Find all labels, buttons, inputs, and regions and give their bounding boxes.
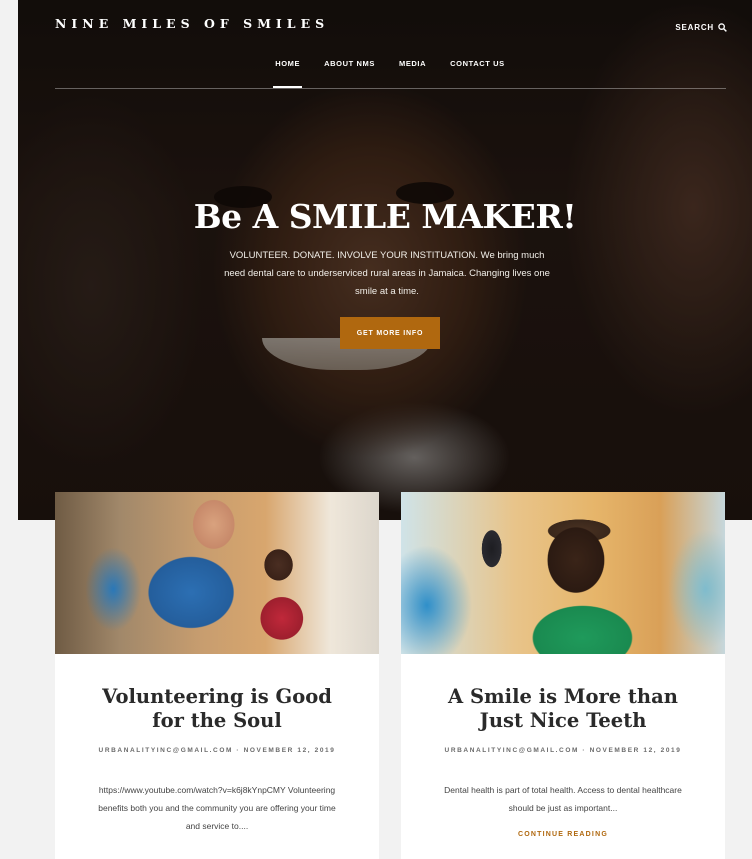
nav-divider (55, 88, 726, 89)
nav-item-contact[interactable]: CONTACT US (438, 58, 517, 88)
nav-item-home[interactable]: HOME (263, 58, 312, 88)
search-icon (718, 23, 727, 32)
page: NINE MILES OF SMILES SEARCH HOME ABOUT N… (0, 0, 752, 859)
site-logo[interactable]: NINE MILES OF SMILES (55, 16, 329, 31)
continue-reading-link[interactable]: CONTINUE READING (401, 831, 725, 838)
search-button[interactable]: SEARCH (675, 23, 727, 32)
post-card: A Smile is More than Just Nice Teeth URB… (401, 492, 725, 859)
nav-item-media[interactable]: MEDIA (387, 58, 438, 88)
main-nav: HOME ABOUT NMS MEDIA CONTACT US (18, 58, 752, 88)
post-card: Volunteering is Good for the Soul URBANA… (55, 492, 379, 859)
post-meta: URBANALITYINC@GMAIL.COM · NOVEMBER 12, 2… (444, 747, 682, 754)
post-excerpt: https://www.youtube.com/watch?v=k6j8kYnp… (98, 785, 336, 831)
post-image[interactable] (55, 492, 379, 654)
post-title[interactable]: A Smile is More than Just Nice Teeth (401, 685, 725, 733)
post-excerpt: Dental health is part of total health. A… (444, 785, 682, 813)
get-more-info-button[interactable]: GET MORE INFO (340, 317, 440, 349)
post-image[interactable] (401, 492, 725, 654)
hero-text: VOLUNTEER. DONATE. INVOLVE YOUR INSTITUA… (224, 250, 550, 297)
post-title[interactable]: Volunteering is Good for the Soul (55, 685, 379, 733)
hero-banner: NINE MILES OF SMILES SEARCH HOME ABOUT N… (18, 0, 752, 520)
nav-item-about[interactable]: ABOUT NMS (312, 58, 387, 88)
hero-title: Be A SMILE MAKER! (193, 197, 577, 236)
search-label: SEARCH (675, 23, 714, 32)
post-meta: URBANALITYINC@GMAIL.COM · NOVEMBER 12, 2… (98, 747, 336, 754)
